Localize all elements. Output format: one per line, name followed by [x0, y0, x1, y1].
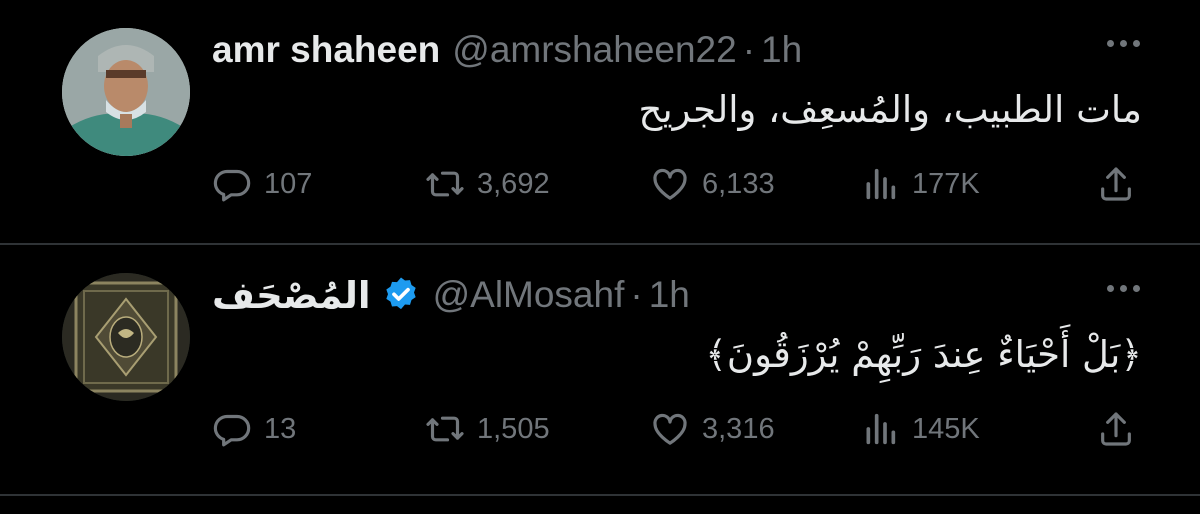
like-icon: [653, 413, 687, 445]
avatar[interactable]: [62, 28, 190, 156]
retweet-count: 1,505: [477, 412, 550, 445]
views-button[interactable]: 145K: [860, 405, 980, 453]
author-name[interactable]: amr shaheen: [212, 29, 440, 71]
reply-count: 107: [264, 167, 313, 200]
action-bar: 107 3,692 6,133 177K: [212, 160, 1142, 208]
views-icon: [866, 413, 896, 445]
author-name[interactable]: المُصْحَف: [212, 274, 371, 317]
verified-badge-icon[interactable]: [381, 275, 421, 315]
like-count: 6,133: [702, 167, 775, 200]
reply-icon: [213, 414, 251, 447]
action-bar: 13 1,505 3,316 145K: [212, 405, 1142, 453]
avatar[interactable]: [62, 273, 190, 401]
tweet-text: مات الطبيب، والمُسعِف، والجريح: [638, 88, 1142, 131]
retweet-button[interactable]: 1,505: [425, 405, 550, 453]
tweet-text: ﴿بَلْ أَحْيَاءٌ عِندَ رَبِّهِمْ يُرْزَقُ…: [705, 333, 1142, 376]
like-count: 3,316: [702, 412, 775, 445]
retweet-icon: [426, 416, 464, 442]
more-icon[interactable]: [1107, 285, 1140, 292]
separator-dot: ·: [630, 274, 643, 315]
views-count: 145K: [912, 412, 980, 445]
tweet-header: المُصْحَف @AlMosahf · 1h: [212, 272, 690, 318]
timestamp[interactable]: 1h: [649, 274, 690, 316]
share-button[interactable]: [1096, 405, 1136, 453]
author-handle[interactable]: @AlMosahf: [433, 274, 625, 316]
retweet-count: 3,692: [477, 167, 550, 200]
timestamp[interactable]: 1h: [761, 29, 802, 71]
timeline-feed: amr shaheen @amrshaheen22 · 1h مات الطبي…: [0, 0, 1200, 514]
avatar-quran-cover: [62, 273, 190, 401]
reply-count: 13: [264, 412, 297, 445]
views-icon: [866, 168, 896, 200]
like-button[interactable]: 6,133: [650, 160, 775, 208]
tweet-header: amr shaheen @amrshaheen22 · 1h: [212, 27, 802, 73]
more-icon[interactable]: [1107, 40, 1140, 47]
share-icon: [1101, 412, 1131, 446]
retweet-icon: [426, 171, 464, 197]
share-icon: [1101, 167, 1131, 201]
reply-button[interactable]: 107: [212, 160, 312, 208]
author-handle[interactable]: @amrshaheen22: [452, 29, 736, 71]
like-icon: [653, 168, 687, 200]
reply-button[interactable]: 13: [212, 405, 296, 453]
retweet-button[interactable]: 3,692: [425, 160, 550, 208]
tweet-divider: [0, 494, 1200, 496]
share-button[interactable]: [1096, 160, 1136, 208]
separator-dot: ·: [742, 29, 756, 70]
avatar-photo: [62, 28, 190, 156]
reply-icon: [213, 169, 251, 202]
tweet[interactable]: amr shaheen @amrshaheen22 · 1h مات الطبي…: [0, 0, 1200, 245]
views-count: 177K: [912, 167, 980, 200]
like-button[interactable]: 3,316: [650, 405, 775, 453]
tweet[interactable]: المُصْحَف @AlMosahf · 1h ﴿بَلْ أَحْيَاءٌ…: [0, 245, 1200, 490]
views-button[interactable]: 177K: [860, 160, 980, 208]
